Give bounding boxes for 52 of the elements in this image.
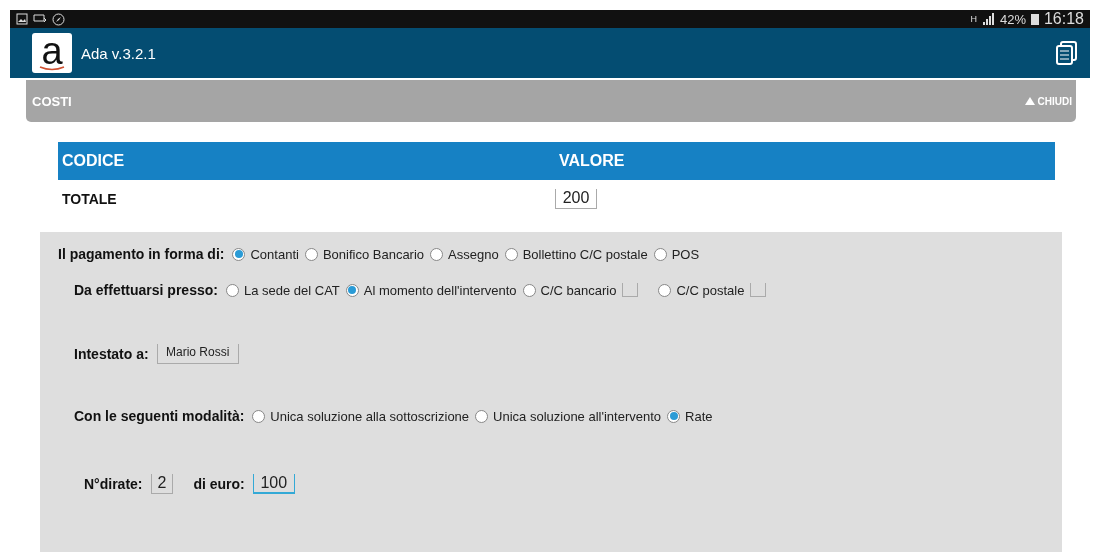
radio-button[interactable]	[522, 283, 536, 297]
field-label: Intestato a:	[74, 346, 149, 362]
radio-option[interactable]: Bonifico Bancario	[304, 246, 425, 262]
radio-option[interactable]: Rate	[667, 408, 713, 424]
image-icon	[16, 13, 28, 25]
field-label: Il pagamento in forma di:	[58, 246, 225, 262]
input-field[interactable]	[750, 283, 767, 297]
radio-option[interactable]: Al momento dell'intervento	[345, 282, 517, 298]
radio-button[interactable]	[430, 247, 444, 261]
radio-button[interactable]	[667, 409, 681, 423]
radio-button[interactable]	[345, 283, 359, 297]
input-field[interactable]: 2	[150, 474, 174, 494]
section-title: COSTI	[32, 93, 72, 109]
radio-option[interactable]: POS	[653, 246, 700, 262]
field-label: Con le seguenti modalità:	[74, 408, 245, 424]
field-label: Da effettuarsi presso:	[74, 282, 218, 298]
column-header: VALORE	[558, 152, 626, 170]
radio-button[interactable]	[225, 283, 239, 297]
radio-option[interactable]: C/C bancario	[522, 282, 617, 298]
radio-option[interactable]: Bollettino C/C postale	[504, 246, 648, 262]
value-field[interactable]: 200	[555, 189, 597, 209]
radio-option[interactable]: Contanti	[232, 246, 299, 262]
radio-button[interactable]	[232, 247, 246, 261]
input-field[interactable]: 100	[252, 474, 295, 494]
battery-icon	[1030, 13, 1039, 25]
screen-icon	[33, 13, 47, 25]
radio-option[interactable]: C/C postale	[658, 282, 745, 298]
triangle-icon	[1024, 97, 1035, 105]
radio-option[interactable]: Assegno	[430, 246, 499, 262]
radio-button[interactable]	[475, 409, 489, 423]
field-label: di euro:	[193, 476, 245, 492]
radio-button[interactable]	[504, 247, 518, 261]
radio-option[interactable]: La sede del CAT	[225, 282, 340, 298]
radio-button[interactable]	[658, 283, 672, 297]
clock: 16:18	[1043, 10, 1084, 28]
field-label: N°dirate:	[84, 476, 143, 492]
radio-option[interactable]: Unica soluzione alla sottoscrizione	[252, 408, 470, 424]
input-field[interactable]: Mario Rossi	[156, 344, 239, 364]
table-cell-text: TOTALE	[61, 191, 118, 207]
radio-button[interactable]	[252, 409, 266, 423]
signal-icon	[981, 13, 995, 25]
app-logo: a	[32, 33, 72, 73]
app-title: Ada v.3.2.1	[81, 44, 156, 62]
radio-button[interactable]	[304, 247, 318, 261]
network-type: H	[970, 14, 977, 24]
radio-option[interactable]: Unica soluzione all'intervento	[475, 408, 662, 424]
column-header: CODICE	[61, 152, 126, 170]
radio-button[interactable]	[653, 247, 667, 261]
battery-level: 42%	[999, 11, 1026, 27]
documents-icon[interactable]	[1056, 41, 1078, 65]
input-field[interactable]	[622, 283, 639, 297]
compass-icon	[52, 12, 65, 26]
